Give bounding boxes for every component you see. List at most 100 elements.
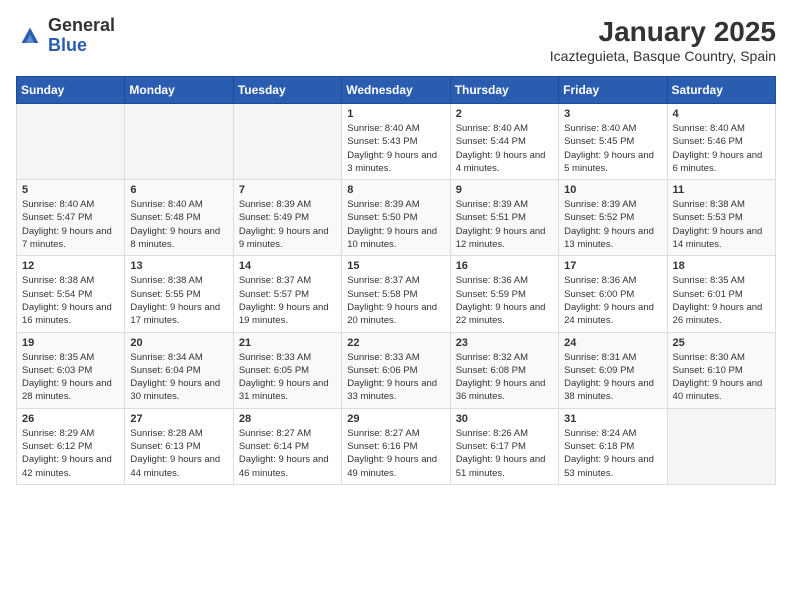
day-number: 27	[130, 413, 227, 425]
day-number: 11	[673, 184, 770, 196]
calendar-cell: 12 Sunrise: 8:38 AMSunset: 5:54 PMDayligh…	[17, 256, 125, 332]
calendar-cell: 20 Sunrise: 8:34 AMSunset: 6:04 PMDayligh…	[125, 332, 233, 408]
day-info: Sunrise: 8:39 AMSunset: 5:50 PMDaylight:…	[347, 198, 444, 251]
day-info: Sunrise: 8:38 AMSunset: 5:55 PMDaylight:…	[130, 274, 227, 327]
calendar-cell: 9 Sunrise: 8:39 AMSunset: 5:51 PMDaylight…	[450, 180, 558, 256]
day-number: 19	[22, 337, 119, 349]
calendar-header-friday: Friday	[559, 77, 667, 104]
calendar-cell	[667, 408, 775, 484]
calendar-cell: 22 Sunrise: 8:33 AMSunset: 6:06 PMDayligh…	[342, 332, 450, 408]
day-info: Sunrise: 8:28 AMSunset: 6:13 PMDaylight:…	[130, 427, 227, 480]
calendar-cell	[233, 104, 341, 180]
day-info: Sunrise: 8:36 AMSunset: 5:59 PMDaylight:…	[456, 274, 553, 327]
logo-icon	[16, 22, 44, 50]
day-info: Sunrise: 8:35 AMSunset: 6:03 PMDaylight:…	[22, 351, 119, 404]
day-number: 25	[673, 337, 770, 349]
calendar-cell: 28Sunrise: 8:27 AMSunset: 6:14 PMDayligh…	[233, 408, 341, 484]
day-info: Sunrise: 8:40 AMSunset: 5:46 PMDaylight:…	[673, 122, 770, 175]
day-info: Sunrise: 8:40 AMSunset: 5:47 PMDaylight:…	[22, 198, 119, 251]
day-number: 31	[564, 413, 661, 425]
day-info: Sunrise: 8:31 AMSunset: 6:09 PMDaylight:…	[564, 351, 661, 404]
day-info: Sunrise: 8:24 AMSunset: 6:18 PMDaylight:…	[564, 427, 661, 480]
day-info: Sunrise: 8:39 AMSunset: 5:51 PMDaylight:…	[456, 198, 553, 251]
calendar-cell: 24 Sunrise: 8:31 AMSunset: 6:09 PMDayligh…	[559, 332, 667, 408]
calendar-header-saturday: Saturday	[667, 77, 775, 104]
day-info: Sunrise: 8:33 AMSunset: 6:05 PMDaylight:…	[239, 351, 336, 404]
calendar-header-thursday: Thursday	[450, 77, 558, 104]
calendar-cell: 16 Sunrise: 8:36 AMSunset: 5:59 PMDayligh…	[450, 256, 558, 332]
day-number: 6	[130, 184, 227, 196]
day-number: 8	[347, 184, 444, 196]
day-number: 10	[564, 184, 661, 196]
day-info: Sunrise: 8:37 AMSunset: 5:58 PMDaylight:…	[347, 274, 444, 327]
day-number: 23	[456, 337, 553, 349]
calendar-header-monday: Monday	[125, 77, 233, 104]
day-number: 14	[239, 260, 336, 272]
day-number: 20	[130, 337, 227, 349]
calendar-cell: 7 Sunrise: 8:39 AMSunset: 5:49 PMDaylight…	[233, 180, 341, 256]
day-number: 15	[347, 260, 444, 272]
title-block: January 2025 Icazteguieta, Basque Countr…	[550, 16, 776, 64]
day-number: 21	[239, 337, 336, 349]
calendar-cell: 21 Sunrise: 8:33 AMSunset: 6:05 PMDayligh…	[233, 332, 341, 408]
day-number: 3	[564, 108, 661, 120]
calendar-cell: 15 Sunrise: 8:37 AMSunset: 5:58 PMDayligh…	[342, 256, 450, 332]
day-info: Sunrise: 8:32 AMSunset: 6:08 PMDaylight:…	[456, 351, 553, 404]
calendar-cell: 17Sunrise: 8:36 AMSunset: 6:00 PMDayligh…	[559, 256, 667, 332]
page-title: January 2025	[550, 16, 776, 48]
day-info: Sunrise: 8:38 AMSunset: 5:54 PMDaylight:…	[22, 274, 119, 327]
day-info: Sunrise: 8:35 AMSunset: 6:01 PMDaylight:…	[673, 274, 770, 327]
calendar-cell: 31 Sunrise: 8:24 AMSunset: 6:18 PMDayligh…	[559, 408, 667, 484]
calendar-header-sunday: Sunday	[17, 77, 125, 104]
day-info: Sunrise: 8:40 AMSunset: 5:43 PMDaylight:…	[347, 122, 444, 175]
day-number: 18	[673, 260, 770, 272]
day-info: Sunrise: 8:40 AMSunset: 5:48 PMDaylight:…	[130, 198, 227, 251]
day-number: 26	[22, 413, 119, 425]
calendar-cell: 13 Sunrise: 8:38 AMSunset: 5:55 PMDayligh…	[125, 256, 233, 332]
day-number: 5	[22, 184, 119, 196]
calendar-cell: 1 Sunrise: 8:40 AMSunset: 5:43 PMDaylight…	[342, 104, 450, 180]
calendar-cell	[125, 104, 233, 180]
day-number: 4	[673, 108, 770, 120]
day-number: 2	[456, 108, 553, 120]
day-number: 13	[130, 260, 227, 272]
day-number: 24	[564, 337, 661, 349]
calendar-cell: 27 Sunrise: 8:28 AMSunset: 6:13 PMDayligh…	[125, 408, 233, 484]
day-info: Sunrise: 8:26 AMSunset: 6:17 PMDaylight:…	[456, 427, 553, 480]
calendar-header-wednesday: Wednesday	[342, 77, 450, 104]
day-number: 9	[456, 184, 553, 196]
calendar-header-tuesday: Tuesday	[233, 77, 341, 104]
calendar-cell: 2Sunrise: 8:40 AMSunset: 5:44 PMDaylight…	[450, 104, 558, 180]
calendar-cell: 11Sunrise: 8:38 AMSunset: 5:53 PMDayligh…	[667, 180, 775, 256]
calendar-header-row: SundayMondayTuesdayWednesdayThursdayFrid…	[17, 77, 776, 104]
day-info: Sunrise: 8:27 AMSunset: 6:16 PMDaylight:…	[347, 427, 444, 480]
calendar-cell: 8 Sunrise: 8:39 AMSunset: 5:50 PMDaylight…	[342, 180, 450, 256]
calendar-cell: 10Sunrise: 8:39 AMSunset: 5:52 PMDayligh…	[559, 180, 667, 256]
logo-general-text: General	[48, 15, 115, 35]
calendar-cell: 3 Sunrise: 8:40 AMSunset: 5:45 PMDaylight…	[559, 104, 667, 180]
day-number: 16	[456, 260, 553, 272]
day-info: Sunrise: 8:33 AMSunset: 6:06 PMDaylight:…	[347, 351, 444, 404]
day-info: Sunrise: 8:39 AMSunset: 5:49 PMDaylight:…	[239, 198, 336, 251]
calendar-cell: 6 Sunrise: 8:40 AMSunset: 5:48 PMDaylight…	[125, 180, 233, 256]
calendar-cell: 5 Sunrise: 8:40 AMSunset: 5:47 PMDaylight…	[17, 180, 125, 256]
calendar-cell: 14 Sunrise: 8:37 AMSunset: 5:57 PMDayligh…	[233, 256, 341, 332]
day-info: Sunrise: 8:34 AMSunset: 6:04 PMDaylight:…	[130, 351, 227, 404]
day-info: Sunrise: 8:37 AMSunset: 5:57 PMDaylight:…	[239, 274, 336, 327]
calendar-cell	[17, 104, 125, 180]
calendar-cell: 19 Sunrise: 8:35 AMSunset: 6:03 PMDayligh…	[17, 332, 125, 408]
day-number: 1	[347, 108, 444, 120]
day-number: 12	[22, 260, 119, 272]
calendar-cell: 23 Sunrise: 8:32 AMSunset: 6:08 PMDayligh…	[450, 332, 558, 408]
logo: General Blue	[16, 16, 115, 56]
calendar-cell: 30Sunrise: 8:26 AMSunset: 6:17 PMDayligh…	[450, 408, 558, 484]
calendar-week-4: 19 Sunrise: 8:35 AMSunset: 6:03 PMDayligh…	[17, 332, 776, 408]
page-header: General Blue January 2025 Icazteguieta, …	[16, 16, 776, 64]
day-number: 22	[347, 337, 444, 349]
calendar-week-3: 12 Sunrise: 8:38 AMSunset: 5:54 PMDayligh…	[17, 256, 776, 332]
day-number: 7	[239, 184, 336, 196]
day-number: 29	[347, 413, 444, 425]
page-subtitle: Icazteguieta, Basque Country, Spain	[550, 48, 776, 64]
calendar-cell: 4 Sunrise: 8:40 AMSunset: 5:46 PMDaylight…	[667, 104, 775, 180]
day-info: Sunrise: 8:40 AMSunset: 5:45 PMDaylight:…	[564, 122, 661, 175]
